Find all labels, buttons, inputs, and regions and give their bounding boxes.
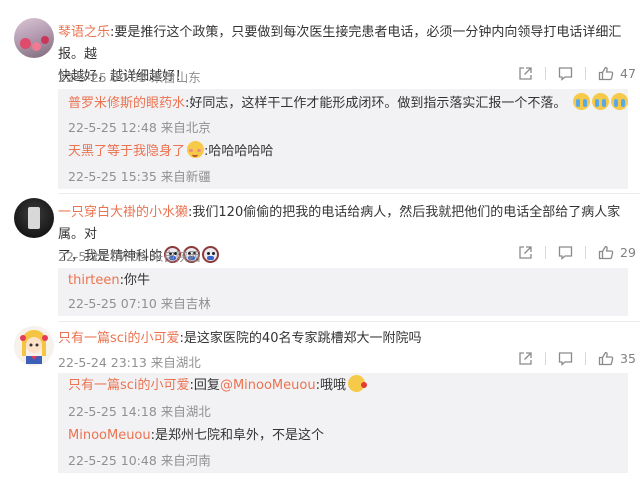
cry-emoji-icon	[591, 93, 609, 110]
reply-meta: 22-5-25 14:18 来自湖北	[68, 401, 211, 420]
comment-time: 22-5-25 00:05	[58, 70, 147, 85]
reply-time: 22-5-25 15:35	[68, 169, 157, 184]
reply-location: 来自吉林	[160, 296, 211, 311]
share-button[interactable]	[518, 351, 533, 366]
reply-item: 只有一篇sci的小可爱:回复@MinooMeuou:哦哦	[68, 375, 367, 397]
reply-meta: 22-5-25 10:48 来自河南	[68, 450, 211, 469]
thumbs-up-icon	[598, 245, 614, 260]
reply-username[interactable]: 普罗米修斯的眼药水	[68, 96, 185, 111]
share-icon	[519, 67, 532, 80]
reply-thread: 普罗米修斯的眼药水:好同志，这样干工作才能形成闭环。做到指示落实汇报一个不落。 …	[58, 89, 628, 189]
reply-time: 22-5-25 12:48	[68, 120, 157, 135]
reply-meta: 22-5-25 12:48 来自北京	[68, 117, 211, 136]
reply-text: :是郑州七院和阜外，不是这个	[150, 428, 325, 443]
reply-text: :哈哈哈哈哈	[204, 144, 274, 159]
anime-girl-avatar-icon	[14, 326, 54, 366]
reply-item: 天黑了等于我隐身了 :哈哈哈哈哈	[68, 141, 273, 163]
divider	[58, 193, 640, 194]
reply-text-prefix: :回复	[189, 378, 220, 393]
comment-location: 来自山东	[150, 70, 201, 85]
reply-time: 22-5-25 10:48	[68, 453, 157, 468]
comment-time: 22-5-25 07:05	[58, 249, 147, 264]
user-avatar[interactable]	[14, 18, 54, 58]
thumbs-up-icon	[598, 66, 614, 81]
like-count: 35	[620, 351, 636, 366]
reply-thread: 只有一篇sci的小可爱:回复@MinooMeuou:哦哦 22-5-25 14:…	[58, 373, 628, 473]
divider	[545, 352, 546, 365]
comment-actions: 47	[518, 66, 636, 81]
reply-location: 来自北京	[160, 120, 211, 135]
user-avatar[interactable]	[14, 198, 54, 238]
reply-item: 普罗米修斯的眼药水:好同志，这样干工作才能形成闭环。做到指示落实汇报一个不落。	[68, 93, 628, 115]
reply-meta: 22-5-25 07:10 来自吉林	[68, 293, 211, 312]
comment-text: :是这家医院的40名专家跳槽郑大一附院吗	[179, 331, 422, 346]
reply-username[interactable]: 天黑了等于我隐身了	[68, 144, 185, 159]
comment-meta: 22-5-24 23:13 来自湖北	[58, 352, 201, 371]
comment-location: 来自陕西	[150, 249, 201, 264]
user-avatar[interactable]	[14, 326, 54, 366]
shy-emoji-icon	[187, 141, 205, 158]
reply-button[interactable]	[558, 245, 573, 260]
comment-username[interactable]: 只有一篇sci的小可爱	[58, 331, 180, 346]
reply-item: MinooMeuou:是郑州七院和阜外，不是这个	[68, 425, 324, 447]
reply-text: :你牛	[119, 273, 151, 288]
like-button[interactable]: 29	[598, 245, 636, 260]
reply-text: :好同志，这样干工作才能形成闭环。做到指示落实汇报一个不落。	[185, 96, 567, 111]
like-count: 29	[620, 245, 636, 260]
divider	[545, 67, 546, 80]
reply-meta: 22-5-25 15:35 来自新疆	[68, 166, 211, 185]
comment-icon	[558, 67, 573, 81]
like-button[interactable]: 35	[598, 351, 636, 366]
reply-location: 来自湖北	[160, 404, 211, 419]
mention-link[interactable]: @MinooMeuou	[220, 378, 316, 393]
comment-meta: 22-5-25 07:05 来自陕西	[58, 246, 201, 265]
share-button[interactable]	[518, 245, 533, 260]
divider	[585, 246, 586, 259]
reply-time: 22-5-25 07:10	[68, 296, 157, 311]
kiss-emoji-icon	[347, 375, 367, 392]
cry-emoji-icon	[610, 93, 628, 110]
thumbs-up-icon	[598, 351, 614, 366]
bear-emoji-icon	[202, 246, 220, 263]
reply-username[interactable]: thirteen	[68, 273, 120, 288]
comment-username[interactable]: 琴语之乐	[58, 25, 110, 40]
divider	[545, 246, 546, 259]
reply-username[interactable]: MinooMeuou	[68, 428, 151, 443]
cry-emoji-icon	[572, 93, 590, 110]
like-button[interactable]: 47	[598, 66, 636, 81]
comment-meta: 22-5-25 00:05 来自山东	[58, 67, 201, 86]
divider	[58, 321, 640, 322]
reply-text: :哦哦	[315, 378, 346, 393]
comment-location: 来自湖北	[150, 355, 201, 370]
comment-actions: 35	[518, 351, 636, 366]
reply-time: 22-5-25 14:18	[68, 404, 157, 419]
reply-button[interactable]	[558, 351, 573, 366]
reply-location: 来自河南	[160, 453, 211, 468]
like-count: 47	[620, 66, 636, 81]
reply-username[interactable]: 只有一篇sci的小可爱	[68, 378, 190, 393]
share-button[interactable]	[518, 66, 533, 81]
comment-username[interactable]: 一只穿白大褂的小水獭	[58, 205, 188, 220]
reply-item: thirteen:你牛	[68, 270, 150, 292]
reply-location: 来自新疆	[160, 169, 211, 184]
share-icon	[519, 246, 532, 259]
comment-text: :要是推行这个政策，只要做到每次医生接完患者电话，必须一分钟内向领导打电话详细汇…	[58, 25, 622, 62]
comment-body: 只有一篇sci的小可爱:是这家医院的40名专家跳槽郑大一附院吗	[58, 328, 421, 350]
divider	[585, 352, 586, 365]
comment-icon	[558, 352, 573, 366]
reply-thread: thirteen:你牛 22-5-25 07:10 来自吉林	[58, 268, 628, 316]
comment-icon	[558, 246, 573, 260]
comment-actions: 29	[518, 245, 636, 260]
divider	[585, 67, 586, 80]
share-icon	[519, 352, 532, 365]
reply-button[interactable]	[558, 66, 573, 81]
comment-time: 22-5-24 23:13	[58, 355, 147, 370]
